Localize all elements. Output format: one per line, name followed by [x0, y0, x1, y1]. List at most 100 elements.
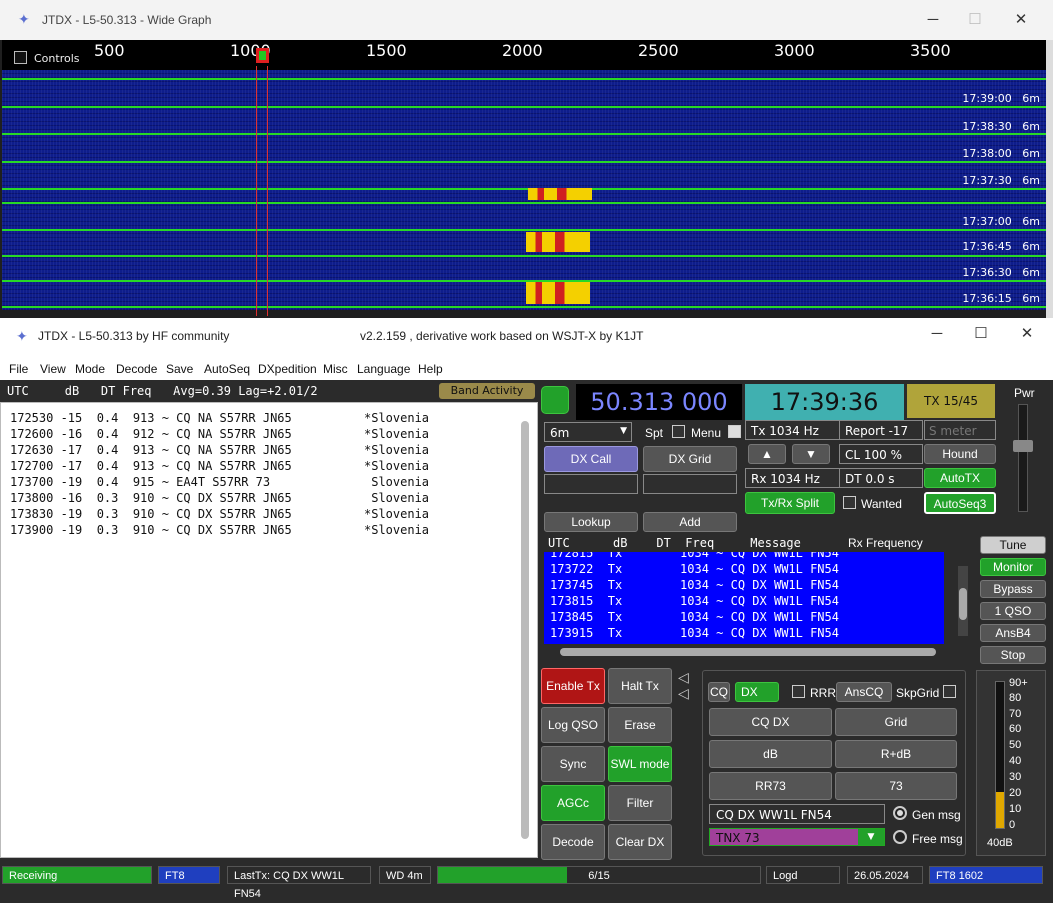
dx-button[interactable]: DX	[735, 682, 779, 702]
tx-period-button[interactable]: TX 15/45	[907, 384, 995, 418]
band-select[interactable]: 6m ▼	[544, 422, 632, 442]
close-icon[interactable]: ✕	[1012, 322, 1042, 346]
tx-log-row[interactable]: 173915 Tx 1034 ~ CQ DX WW1L FN54	[550, 626, 839, 640]
db-button[interactable]: dB	[709, 740, 832, 768]
down-arrow-icon[interactable]: ▼	[792, 444, 830, 464]
rrr-checkbox[interactable]	[792, 685, 805, 698]
menu-mode[interactable]: Mode	[75, 362, 105, 376]
73-button[interactable]: 73	[835, 772, 957, 800]
menu-help[interactable]: Help	[418, 362, 443, 376]
maximize-icon[interactable]: ☐	[960, 8, 990, 32]
decode-row[interactable]: 173700 -19 0.4 915 ~ EA4T S57RR 73 Slove…	[10, 475, 429, 489]
rx-frequency-pane[interactable]: 172815 Tx 1034 ~ CQ DX WW1L FN54 173722 …	[544, 552, 944, 644]
tx-frequency-marker[interactable]	[256, 48, 269, 63]
wanted-checkbox[interactable]	[843, 496, 856, 509]
skpgrid-checkbox[interactable]	[943, 685, 956, 698]
dx-call-field[interactable]	[544, 474, 638, 494]
tx-rx-split-button[interactable]: Tx/Rx Split	[745, 492, 835, 514]
power-slider-track[interactable]	[1018, 404, 1028, 512]
agcc-button[interactable]: AGCc	[541, 785, 605, 821]
rx-frequency-spinbox[interactable]: Rx 1034 Hz	[745, 468, 840, 488]
bypass-button[interactable]: Bypass	[980, 580, 1046, 598]
menu-view[interactable]: View	[40, 362, 66, 376]
tx-log-row[interactable]: 173845 Tx 1034 ~ CQ DX WW1L FN54	[550, 610, 839, 624]
decode-row[interactable]: 172700 -17 0.4 913 ~ CQ NA S57RR JN65 *S…	[10, 459, 429, 473]
free-msg-radio[interactable]	[893, 830, 907, 844]
dx-grid-field[interactable]	[643, 474, 737, 494]
menu-decode[interactable]: Decode	[116, 362, 157, 376]
tx-log-row[interactable]: 173815 Tx 1034 ~ CQ DX WW1L FN54	[550, 594, 839, 608]
menu-file[interactable]: File	[9, 362, 28, 376]
menu-language[interactable]: Language	[357, 362, 410, 376]
rr73-button[interactable]: RR73	[709, 772, 832, 800]
dt-spinbox[interactable]: DT 0.0 s	[839, 468, 923, 488]
decode-row[interactable]: 172600 -16 0.4 912 ~ CQ NA S57RR JN65 *S…	[10, 427, 429, 441]
grid-button[interactable]: Grid	[835, 708, 957, 736]
band-activity-button[interactable]: Band Activity	[439, 383, 535, 399]
tx-log-row[interactable]: 173745 Tx 1034 ~ CQ DX WW1L FN54	[550, 578, 839, 592]
swl-mode-button[interactable]: SWL mode	[608, 746, 672, 782]
decode-row[interactable]: 173800 -16 0.3 910 ~ CQ DX S57RR JN65 Sl…	[10, 491, 429, 505]
dial-frequency-display[interactable]: 50.313 000	[576, 384, 742, 420]
smeter-field[interactable]: S meter	[924, 420, 996, 440]
tx-log-row[interactable]: 173722 Tx 1034 ~ CQ DX WW1L FN54	[550, 562, 839, 576]
sync-button[interactable]: Sync	[541, 746, 605, 782]
menu-save[interactable]: Save	[166, 362, 193, 376]
gen-msg-radio[interactable]	[893, 806, 907, 820]
rx-pane-hscroll[interactable]	[560, 648, 936, 656]
band-activity-pane[interactable]: 172530 -15 0.4 913 ~ CQ NA S57RR JN65 *S…	[0, 402, 538, 858]
enable-tx-button[interactable]: Enable Tx	[541, 668, 605, 704]
dx-grid-button[interactable]: DX Grid	[643, 446, 737, 472]
cq-button[interactable]: CQ	[708, 682, 730, 702]
decode-row[interactable]: 173900 -19 0.3 910 ~ CQ DX S57RR JN65 *S…	[10, 523, 429, 537]
cl-spinbox[interactable]: CL 100 %	[839, 444, 923, 464]
scrollbar-thumb[interactable]	[959, 588, 967, 620]
waterfall-display[interactable]: 17:39:00 6m 17:38:30 6m 17:38:00 6m 17:3…	[2, 70, 1046, 310]
frequency-scale[interactable]: Controls 500 1000 1500 2000 2500 3000 35…	[2, 40, 1046, 70]
minimize-icon[interactable]: ─	[922, 322, 952, 346]
hound-button[interactable]: Hound	[924, 444, 996, 464]
one-qso-button[interactable]: 1 QSO	[980, 602, 1046, 620]
maximize-icon[interactable]: ☐	[966, 322, 996, 346]
minimize-icon[interactable]: ─	[918, 8, 948, 32]
scrollbar-thumb[interactable]	[521, 421, 529, 839]
menu-autoseq[interactable]: AutoSeq	[204, 362, 250, 376]
r-db-button[interactable]: R+dB	[835, 740, 957, 768]
halt-tx-button[interactable]: Halt Tx	[608, 668, 672, 704]
lookup-button[interactable]: Lookup	[544, 512, 638, 532]
generated-message-field[interactable]: CQ DX WW1L FN54	[709, 804, 885, 824]
up-arrow-icon[interactable]: ▲	[748, 444, 786, 464]
spt-checkbox[interactable]	[672, 425, 685, 438]
tx-frequency-spinbox[interactable]: Tx 1034 Hz	[745, 420, 840, 440]
tx-log-row[interactable]: 172815 Tx 1034 ~ CQ DX WW1L FN54	[550, 552, 839, 560]
autotx-button[interactable]: AutoTX	[924, 468, 996, 488]
decode-row[interactable]: 172630 -17 0.4 913 ~ CQ NA S57RR JN65 *S…	[10, 443, 429, 457]
anscq-button[interactable]: AnsCQ	[836, 682, 892, 702]
monitor-button[interactable]: Monitor	[980, 558, 1046, 576]
menu-dxpedition[interactable]: DXpedition	[258, 362, 317, 376]
decode-row[interactable]: 172530 -15 0.4 913 ~ CQ NA S57RR JN65 *S…	[10, 411, 429, 425]
log-qso-button[interactable]: Log QSO	[541, 707, 605, 743]
tab-switch-icon[interactable]: ◁ ◁	[678, 670, 698, 704]
tune-button[interactable]: Tune	[980, 536, 1046, 554]
controls-checkbox[interactable]	[14, 51, 27, 64]
wide-graph-scrollbar[interactable]	[1046, 40, 1053, 320]
power-slider-handle[interactable]	[1013, 440, 1033, 452]
decode-button[interactable]: Decode	[541, 824, 605, 860]
report-spinbox[interactable]: Report -17	[839, 420, 923, 440]
rx-pane-vscroll[interactable]	[958, 566, 968, 636]
band-activity-scrollbar[interactable]	[518, 405, 532, 855]
filter-button[interactable]: Filter	[608, 785, 672, 821]
dx-call-button[interactable]: DX Call	[544, 446, 638, 472]
decode-row[interactable]: 173830 -19 0.3 910 ~ CQ DX S57RR JN65 *S…	[10, 507, 429, 521]
ansb4-button[interactable]: AnsB4	[980, 624, 1046, 642]
erase-button[interactable]: Erase	[608, 707, 672, 743]
cq-dx-button[interactable]: CQ DX	[709, 708, 832, 736]
free-message-select[interactable]: TNX 73 ▼	[709, 828, 885, 846]
menu-checkbox[interactable]	[728, 425, 741, 438]
stop-button[interactable]: Stop	[980, 646, 1046, 664]
menu-misc[interactable]: Misc	[323, 362, 348, 376]
clear-dx-button[interactable]: Clear DX	[608, 824, 672, 860]
close-icon[interactable]: ✕	[1006, 8, 1036, 32]
autoseq-button[interactable]: AutoSeq3	[924, 492, 996, 514]
